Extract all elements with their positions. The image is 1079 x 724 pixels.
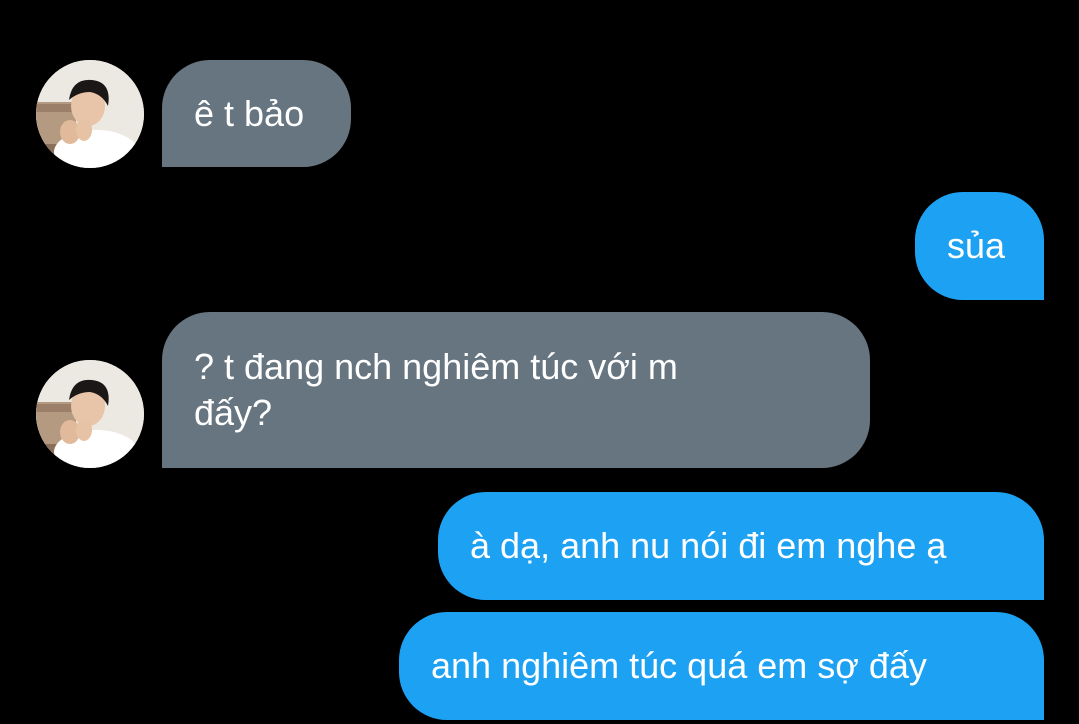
message-bubble-outgoing[interactable]: sủa [915,192,1044,300]
sender-avatar[interactable] [36,360,144,468]
message-bubble-incoming[interactable]: ? t đang nch nghiêm túc với m đấy? [162,312,870,468]
message-bubble-outgoing[interactable]: à dạ, anh nu nói đi em nghe ạ [438,492,1044,600]
profile-photo-icon [36,60,144,168]
message-text: sủa [947,225,1006,266]
profile-photo-icon [36,360,144,468]
sender-avatar[interactable] [36,60,144,168]
message-text: à dạ, anh nu nói đi em nghe ạ [470,525,947,566]
message-bubble-incoming[interactable]: ê t bảo [162,60,351,167]
message-text: anh nghiêm túc quá em sợ đấy [431,645,927,686]
message-text: ? t đang nch nghiêm túc với m đấy? [194,346,678,433]
message-text: ê t bảo [194,93,305,134]
message-bubble-outgoing[interactable]: anh nghiêm túc quá em sợ đấy [399,612,1044,720]
